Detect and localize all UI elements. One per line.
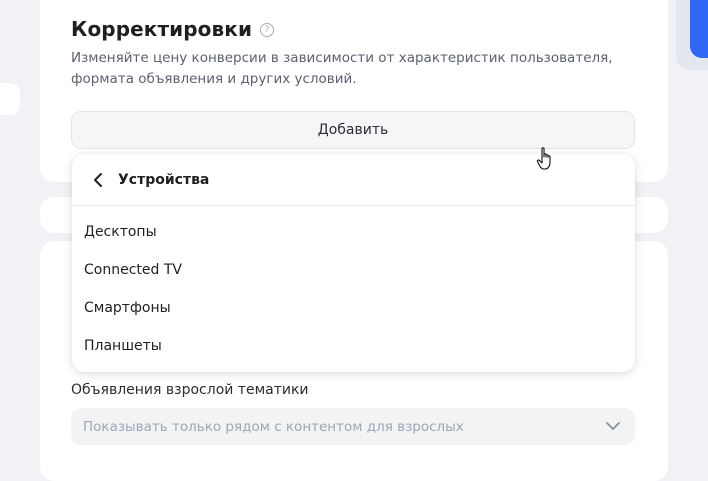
back-chevron-icon[interactable] — [92, 172, 106, 188]
section-title-text: Корректировки — [71, 17, 253, 41]
dropdown-item-connected-tv[interactable]: Connected TV — [72, 251, 635, 289]
adult-content-select[interactable]: Показывать только рядом с контентом для … — [71, 408, 635, 445]
add-button[interactable]: Добавить — [71, 111, 635, 149]
adult-content-select-value: Показывать только рядом с контентом для … — [83, 418, 464, 435]
dropdown-item-desktops[interactable]: Десктопы — [72, 213, 635, 251]
right-accent-button[interactable] — [690, 0, 708, 58]
help-icon[interactable]: ? — [260, 23, 275, 37]
section-title: Корректировки ? — [71, 17, 275, 41]
chevron-down-icon — [606, 422, 620, 430]
left-panel-edge — [0, 83, 20, 115]
dropdown-item-tablets[interactable]: Планшеты — [72, 327, 635, 365]
section-description: Изменяйте цену конверсии в зависимости о… — [71, 50, 613, 87]
devices-dropdown: Устройства Десктопы Connected TV Смартфо… — [72, 154, 635, 372]
dropdown-header-title: Устройства — [118, 171, 210, 188]
dropdown-item-smartphones[interactable]: Смартфоны — [72, 289, 635, 327]
adult-content-label: Объявления взрослой тематики — [71, 382, 309, 398]
dropdown-list: Десктопы Connected TV Смартфоны Планшеты — [72, 206, 635, 365]
hand-cursor-icon — [536, 147, 551, 170]
